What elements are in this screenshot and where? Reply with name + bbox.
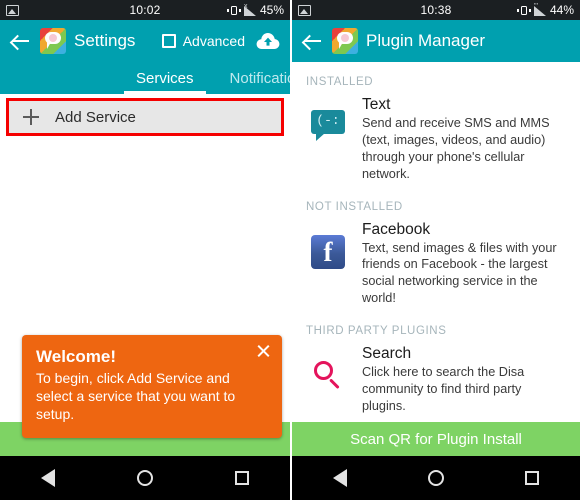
- tab-services[interactable]: Services: [118, 70, 212, 94]
- advanced-checkbox[interactable]: Advanced: [161, 33, 245, 49]
- tooltip-body: To begin, click Add Service and select a…: [36, 370, 236, 423]
- app-bar-actions: Advanced: [161, 32, 280, 50]
- nav-recent-icon[interactable]: [235, 471, 249, 485]
- section-header-third-party: THIRD PARTY PLUGINS: [306, 325, 447, 338]
- plugin-item-facebook[interactable]: f Facebook Text, send images & files wit…: [292, 219, 580, 312]
- plugin-icon-wrap: f: [306, 221, 350, 308]
- tooltip-title: Welcome!: [36, 347, 116, 367]
- back-arrow-icon[interactable]: [10, 30, 32, 52]
- android-nav-bar-right: [292, 456, 580, 500]
- signal-icon: ''': [533, 3, 547, 16]
- plugin-description: Click here to search the Disa community …: [362, 365, 525, 413]
- close-icon[interactable]: [256, 343, 271, 358]
- plugin-item-search[interactable]: Search Click here to search the Disa com…: [292, 343, 580, 419]
- section-header-installed: INSTALLED: [306, 76, 374, 88]
- app-bar-settings: Settings Advanced: [0, 20, 290, 62]
- plugin-text-wrap: Search Click here to search the Disa com…: [362, 345, 568, 415]
- plugin-name: Facebook: [362, 220, 431, 238]
- text-bubble-icon: (-:: [311, 110, 345, 141]
- scan-qr-button[interactable]: Scan QR for Plugin Install: [292, 422, 580, 456]
- disa-logo: [332, 28, 358, 54]
- facebook-icon: f: [311, 234, 345, 269]
- facebook-glyph: f: [323, 236, 333, 267]
- vibrate-icon: [516, 5, 531, 16]
- status-right-icons-right: ''' 44%: [516, 3, 574, 17]
- nav-back-icon[interactable]: [41, 469, 55, 487]
- vibrate-icon: [226, 5, 241, 16]
- plus-icon: [23, 109, 39, 125]
- plugin-icon-wrap: [306, 345, 350, 415]
- nav-home-icon[interactable]: [427, 470, 444, 486]
- disa-logo: [40, 28, 66, 54]
- page-title: Settings: [74, 31, 136, 50]
- android-nav-bar-left: [0, 456, 290, 500]
- battery-percent: 45%: [259, 3, 284, 17]
- plugin-text-wrap: Facebook Text, send images & files with …: [362, 221, 568, 308]
- nav-back-icon[interactable]: [332, 469, 347, 487]
- services-list: Add Service: [0, 98, 290, 136]
- back-arrow-icon[interactable]: [302, 30, 324, 52]
- plugin-manager-screen: 10:38 ''' 44% Plugin Manager INSTALLED (…: [292, 0, 580, 500]
- battery-percent: 44%: [549, 3, 574, 17]
- signal-icon: x: [243, 3, 257, 16]
- welcome-tooltip: Welcome! To begin, click Add Service and…: [22, 335, 282, 438]
- plugin-description: Text, send images & files with your frie…: [362, 240, 557, 306]
- text-bubble-glyph: (-:: [316, 113, 340, 128]
- plugin-list: INSTALLED (-: Text Send and receive SMS …: [292, 62, 580, 419]
- cloud-upload-icon[interactable]: [256, 32, 280, 50]
- plugin-name: Search: [362, 345, 412, 363]
- app-bar-plugin-manager: Plugin Manager: [292, 20, 580, 62]
- tab-bar: Services Notifications: [0, 62, 290, 94]
- plugin-text-wrap: Text Send and receive SMS and MMS (text,…: [362, 96, 568, 183]
- page-title: Plugin Manager: [366, 31, 486, 50]
- plugin-icon-wrap: (-:: [306, 96, 350, 183]
- advanced-checkbox-label: Advanced: [182, 33, 245, 49]
- search-icon: [311, 359, 345, 393]
- plugin-name: Text: [362, 96, 391, 113]
- section-header-not-installed: NOT INSTALLED: [306, 200, 403, 213]
- checkbox-box[interactable]: [161, 34, 176, 48]
- settings-screen: 10:02 x 45% Settings Advanced Services N…: [0, 0, 290, 500]
- add-service-label: Add Service: [55, 108, 136, 126]
- plugin-description: Send and receive SMS and MMS (text, imag…: [362, 116, 550, 181]
- status-bar-right: 10:38 ''' 44%: [292, 0, 580, 20]
- tab-notifications[interactable]: Notifications: [212, 70, 290, 94]
- nav-recent-icon[interactable]: [525, 471, 540, 485]
- status-right-icons: x 45%: [226, 3, 284, 17]
- add-service-row[interactable]: Add Service: [6, 98, 284, 136]
- dual-screenshot-container: 10:02 x 45% Settings Advanced Services N…: [0, 0, 580, 500]
- status-bar-left: 10:02 x 45%: [0, 0, 290, 20]
- plugin-item-text[interactable]: (-: Text Send and receive SMS and MMS (t…: [292, 94, 580, 187]
- nav-home-icon[interactable]: [137, 470, 153, 486]
- scan-qr-label: Scan QR for Plugin Install: [350, 430, 522, 448]
